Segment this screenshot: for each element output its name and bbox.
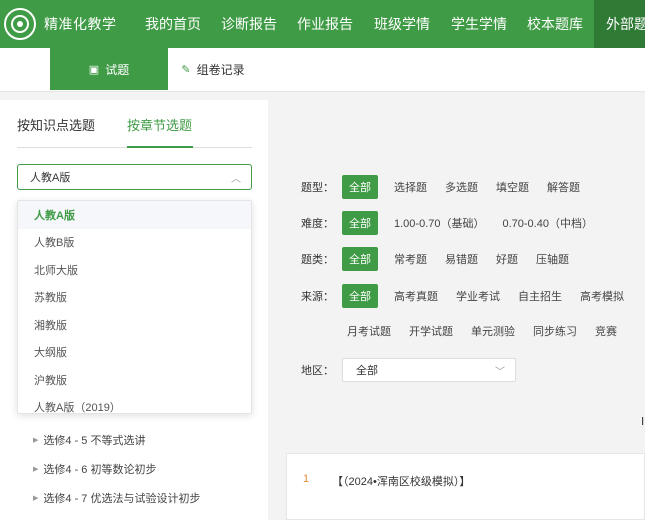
filter-row-type: 题型： 全部 选择题 多选题 填空题 解答题 (301, 175, 598, 199)
filter-option[interactable]: 单元测验 (471, 323, 515, 339)
tree-item-label: 选修4 - 6 初等数论初步 (43, 464, 157, 476)
dropdown-option[interactable]: 人教A版（2019） (18, 394, 251, 413)
tree-item[interactable]: ▶ 选修4 - 7 优选法与试验设计初步 (33, 490, 200, 506)
dropdown-option[interactable]: 湘教版 (18, 311, 251, 339)
tab-by-knowledge[interactable]: 按知识点选题 (17, 115, 95, 134)
nav-item-diagnosis-report[interactable]: 诊断报告 (221, 0, 277, 48)
tab-paper-records[interactable]: ✎ 组卷记录 (168, 48, 258, 90)
filter-row-source: 来源： 全部 高考真题 学业考试 自主招生 高考模拟 (301, 284, 642, 308)
filter-option[interactable]: 填空题 (496, 179, 529, 195)
left-panel: 按知识点选题 按章节选题 人教A版 ︿ ▶ 选修4 - 5 不等式选讲 ▶ 选修… (0, 100, 268, 520)
filter-option[interactable]: 1.00-0.70（基础） (394, 215, 484, 231)
dropdown-option[interactable]: 北师大版 (18, 256, 251, 284)
filter-option[interactable]: 全部 (342, 211, 378, 235)
filter-option[interactable]: 开学试题 (409, 323, 453, 339)
filter-option[interactable]: 竞赛 (595, 323, 617, 339)
filter-label: 题类： (301, 254, 334, 266)
filter-option[interactable]: 好题 (496, 251, 518, 267)
dropdown-option[interactable]: 沪教版 (18, 366, 251, 394)
filter-option[interactable]: 同步练习 (533, 323, 577, 339)
caret-right-icon: ▶ (33, 437, 39, 444)
textbook-dropdown: 人教A版 人教B版 北师大版 苏教版 湘教版 大纲版 沪教版 人教A版（2019… (17, 200, 252, 414)
dropdown-option[interactable]: 人教B版 (18, 229, 251, 257)
filter-row-category: 题类： 全部 常考题 易错题 好题 压轴题 (301, 247, 587, 271)
filter-option[interactable]: 学业考试 (456, 288, 500, 304)
question-card[interactable]: 1 【（2024•浑南区校级模拟）】 (286, 453, 645, 520)
filter-option[interactable]: 自主招生 (518, 288, 562, 304)
app-logo[interactable]: 精准化教学 (0, 8, 135, 40)
active-tab-indicator (127, 146, 193, 148)
nav-item-student-analysis[interactable]: 学生学情 (451, 0, 507, 48)
filter-option[interactable]: 全部 (342, 284, 378, 308)
edit-icon: ✎ (181, 63, 191, 76)
tab-by-chapter[interactable]: 按章节选题 (127, 115, 192, 134)
filter-label: 题型： (301, 182, 334, 194)
filter-option[interactable]: 常考题 (394, 251, 427, 267)
nav-item-class-analysis[interactable]: 班级学情 (374, 0, 430, 48)
region-select[interactable]: 全部 ﹀ (342, 358, 516, 382)
dropdown-option[interactable]: 苏教版 (18, 284, 251, 312)
tab-questions-label: 试题 (105, 62, 130, 77)
filter-option[interactable]: 0.70-0.40（中档） (502, 215, 592, 231)
chevron-down-icon: ﹀ (495, 367, 505, 378)
dropdown-option[interactable]: 大纲版 (18, 339, 251, 367)
textbook-select[interactable]: 人教A版 ︿ (17, 164, 252, 190)
filter-row-difficulty: 难度： 全部 1.00-0.70（基础） 0.70-0.40（中档） (301, 211, 611, 235)
region-select-value: 全部 (356, 365, 378, 377)
document-icon: ▣ (88, 63, 100, 76)
question-title: 【（2024•浑南区校级模拟）】 (332, 476, 471, 488)
tree-item-label: 选修4 - 5 不等式选讲 (43, 435, 146, 447)
tab-questions[interactable]: ▣ 试题 (50, 48, 168, 90)
nav-item-external-bank[interactable]: 外部题 (594, 0, 645, 48)
filter-option[interactable]: 全部 (342, 247, 378, 271)
tree-item[interactable]: ▶ 选修4 - 5 不等式选讲 (33, 432, 145, 448)
filter-option[interactable]: 易错题 (445, 251, 478, 267)
filter-option[interactable]: 高考真题 (394, 288, 438, 304)
chevron-up-icon: ︿ (231, 174, 241, 185)
tree-item-label: 选修4 - 7 优选法与试验设计初步 (43, 493, 201, 505)
filter-option[interactable]: 全部 (342, 175, 378, 199)
nav-item-home[interactable]: 我的首页 (145, 0, 201, 48)
filter-option[interactable]: 月考试题 (347, 323, 391, 339)
tab-paper-records-label: 组卷记录 (196, 62, 245, 77)
textbook-select-value: 人教A版 (30, 172, 71, 184)
filter-option[interactable]: 选择题 (394, 179, 427, 195)
filter-row-region: 地区： (301, 362, 342, 378)
top-nav: 精准化教学 我的首页 诊断报告 作业报告 班级学情 学生学情 校本题库 外部题 (0, 0, 645, 48)
sub-nav: ▣ 试题 ✎ 组卷记录 (0, 48, 645, 92)
right-edge-text: Ⅰ (641, 416, 645, 428)
filter-label: 来源： (301, 291, 334, 303)
target-logo-icon (4, 8, 36, 40)
filter-option[interactable]: 压轴题 (536, 251, 569, 267)
nav-item-school-bank[interactable]: 校本题库 (527, 0, 583, 48)
nav-item-homework-report[interactable]: 作业报告 (297, 0, 353, 48)
dropdown-option[interactable]: 人教A版 (18, 201, 251, 229)
filter-option[interactable]: 高考模拟 (580, 288, 624, 304)
tree-item[interactable]: ▶ 选修4 - 6 初等数论初步 (33, 461, 156, 477)
filter-panel: 题型： 全部 选择题 多选题 填空题 解答题 难度： 全部 1.00-0.70（… (286, 157, 645, 393)
app-title: 精准化教学 (44, 16, 117, 32)
filter-row-source-more: 月考试题 开学试题 单元测验 同步练习 竞赛 (347, 323, 635, 339)
caret-right-icon: ▶ (33, 466, 39, 473)
caret-right-icon: ▶ (33, 495, 39, 502)
filter-option[interactable]: 多选题 (445, 179, 478, 195)
question-number: 1 (303, 473, 310, 485)
filter-label: 难度： (301, 218, 334, 230)
filter-label: 地区： (301, 365, 334, 377)
filter-option[interactable]: 解答题 (547, 179, 580, 195)
